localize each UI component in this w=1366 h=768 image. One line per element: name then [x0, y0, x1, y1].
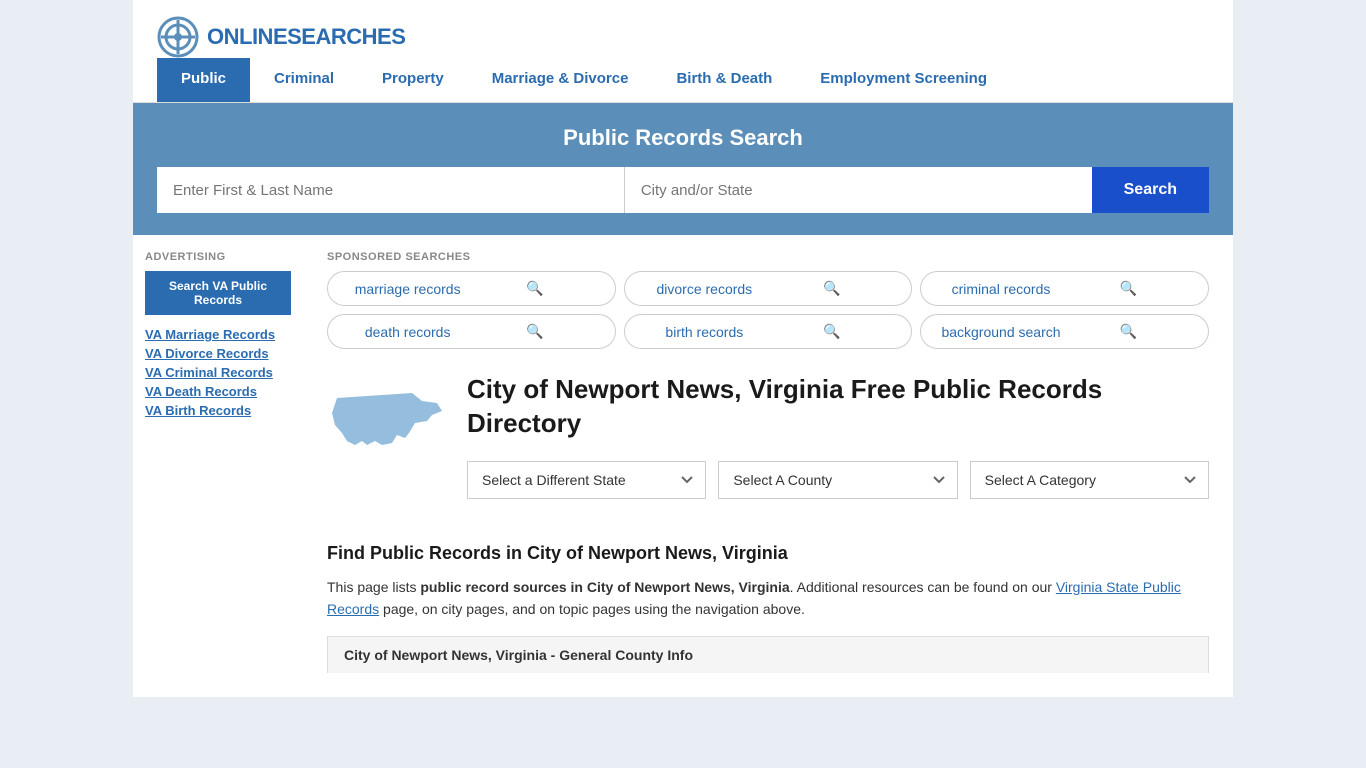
state-dropdown[interactable]: Select a Different State [467, 461, 706, 499]
logo[interactable]: ONLINESEARCHES [157, 16, 405, 58]
sponsored-label-background: background search [937, 324, 1064, 340]
nav-item-criminal[interactable]: Criminal [250, 58, 358, 102]
search-icon-background: 🔍 [1065, 323, 1192, 340]
find-desc-before: This page lists [327, 579, 420, 595]
logo-text: ONLINESEARCHES [207, 24, 405, 50]
nav-item-public[interactable]: Public [157, 58, 250, 102]
sponsored-item-divorce[interactable]: divorce records 🔍 [624, 271, 913, 306]
state-map [327, 373, 447, 476]
sidebar-link-va-birth[interactable]: VA Birth Records [145, 403, 291, 418]
search-icon-divorce: 🔍 [768, 280, 895, 297]
logo-icon [157, 16, 199, 58]
search-icon-death: 🔍 [471, 323, 598, 340]
sponsored-label-marriage: marriage records [344, 281, 471, 297]
sidebar: Advertising Search VA Public Records VA … [133, 235, 303, 697]
search-icon-criminal: 🔍 [1065, 280, 1192, 297]
sponsored-item-background[interactable]: background search 🔍 [920, 314, 1209, 349]
county-dropdown[interactable]: Select A County [718, 461, 957, 499]
page-title: City of Newport News, Virginia Free Publ… [467, 373, 1209, 441]
sponsored-item-criminal[interactable]: criminal records 🔍 [920, 271, 1209, 306]
main-nav: Public Criminal Property Marriage & Divo… [133, 58, 1233, 103]
search-form: Search [157, 167, 1209, 213]
search-icon-marriage: 🔍 [471, 280, 598, 297]
search-banner: Public Records Search Search [133, 103, 1233, 235]
category-dropdown[interactable]: Select A Category [970, 461, 1209, 499]
search-banner-title: Public Records Search [157, 125, 1209, 151]
nav-item-birth-death[interactable]: Birth & Death [652, 58, 796, 102]
sidebar-link-va-death[interactable]: VA Death Records [145, 384, 291, 399]
nav-item-employment[interactable]: Employment Screening [796, 58, 1011, 102]
find-desc-after: . Additional resources can be found on o… [790, 579, 1056, 595]
sponsored-item-marriage[interactable]: marriage records 🔍 [327, 271, 616, 306]
sidebar-link-va-divorce[interactable]: VA Divorce Records [145, 346, 291, 361]
find-desc-end: page, on city pages, and on topic pages … [379, 601, 805, 617]
sponsored-label: SPONSORED SEARCHES [327, 251, 1209, 263]
main-content: SPONSORED SEARCHES marriage records 🔍 di… [303, 235, 1233, 697]
sidebar-link-va-marriage[interactable]: VA Marriage Records [145, 327, 291, 342]
sponsored-grid: marriage records 🔍 divorce records 🔍 cri… [327, 271, 1209, 349]
find-title: Find Public Records in City of Newport N… [327, 543, 1209, 564]
advertising-label: Advertising [145, 251, 291, 263]
search-icon-birth: 🔍 [768, 323, 895, 340]
content-area: Advertising Search VA Public Records VA … [133, 235, 1233, 697]
search-location-input[interactable] [624, 167, 1092, 213]
county-info-bar: City of Newport News, Virginia - General… [327, 636, 1209, 673]
sidebar-search-button[interactable]: Search VA Public Records [145, 271, 291, 315]
title-right: City of Newport News, Virginia Free Publ… [467, 373, 1209, 523]
dropdown-row: Select a Different State Select A County… [467, 461, 1209, 499]
find-description: This page lists public record sources in… [327, 576, 1209, 621]
nav-item-marriage-divorce[interactable]: Marriage & Divorce [468, 58, 653, 102]
search-button[interactable]: Search [1092, 167, 1209, 213]
sponsored-label-birth: birth records [641, 324, 768, 340]
header: ONLINESEARCHES [133, 0, 1233, 58]
nav-item-property[interactable]: Property [358, 58, 468, 102]
sponsored-item-death[interactable]: death records 🔍 [327, 314, 616, 349]
find-desc-bold: public record sources in City of Newport… [420, 579, 789, 595]
sponsored-label-divorce: divorce records [641, 281, 768, 297]
sponsored-item-birth[interactable]: birth records 🔍 [624, 314, 913, 349]
sidebar-link-va-criminal[interactable]: VA Criminal Records [145, 365, 291, 380]
sponsored-label-death: death records [344, 324, 471, 340]
title-section: City of Newport News, Virginia Free Publ… [327, 373, 1209, 523]
search-name-input[interactable] [157, 167, 624, 213]
sponsored-label-criminal: criminal records [937, 281, 1064, 297]
